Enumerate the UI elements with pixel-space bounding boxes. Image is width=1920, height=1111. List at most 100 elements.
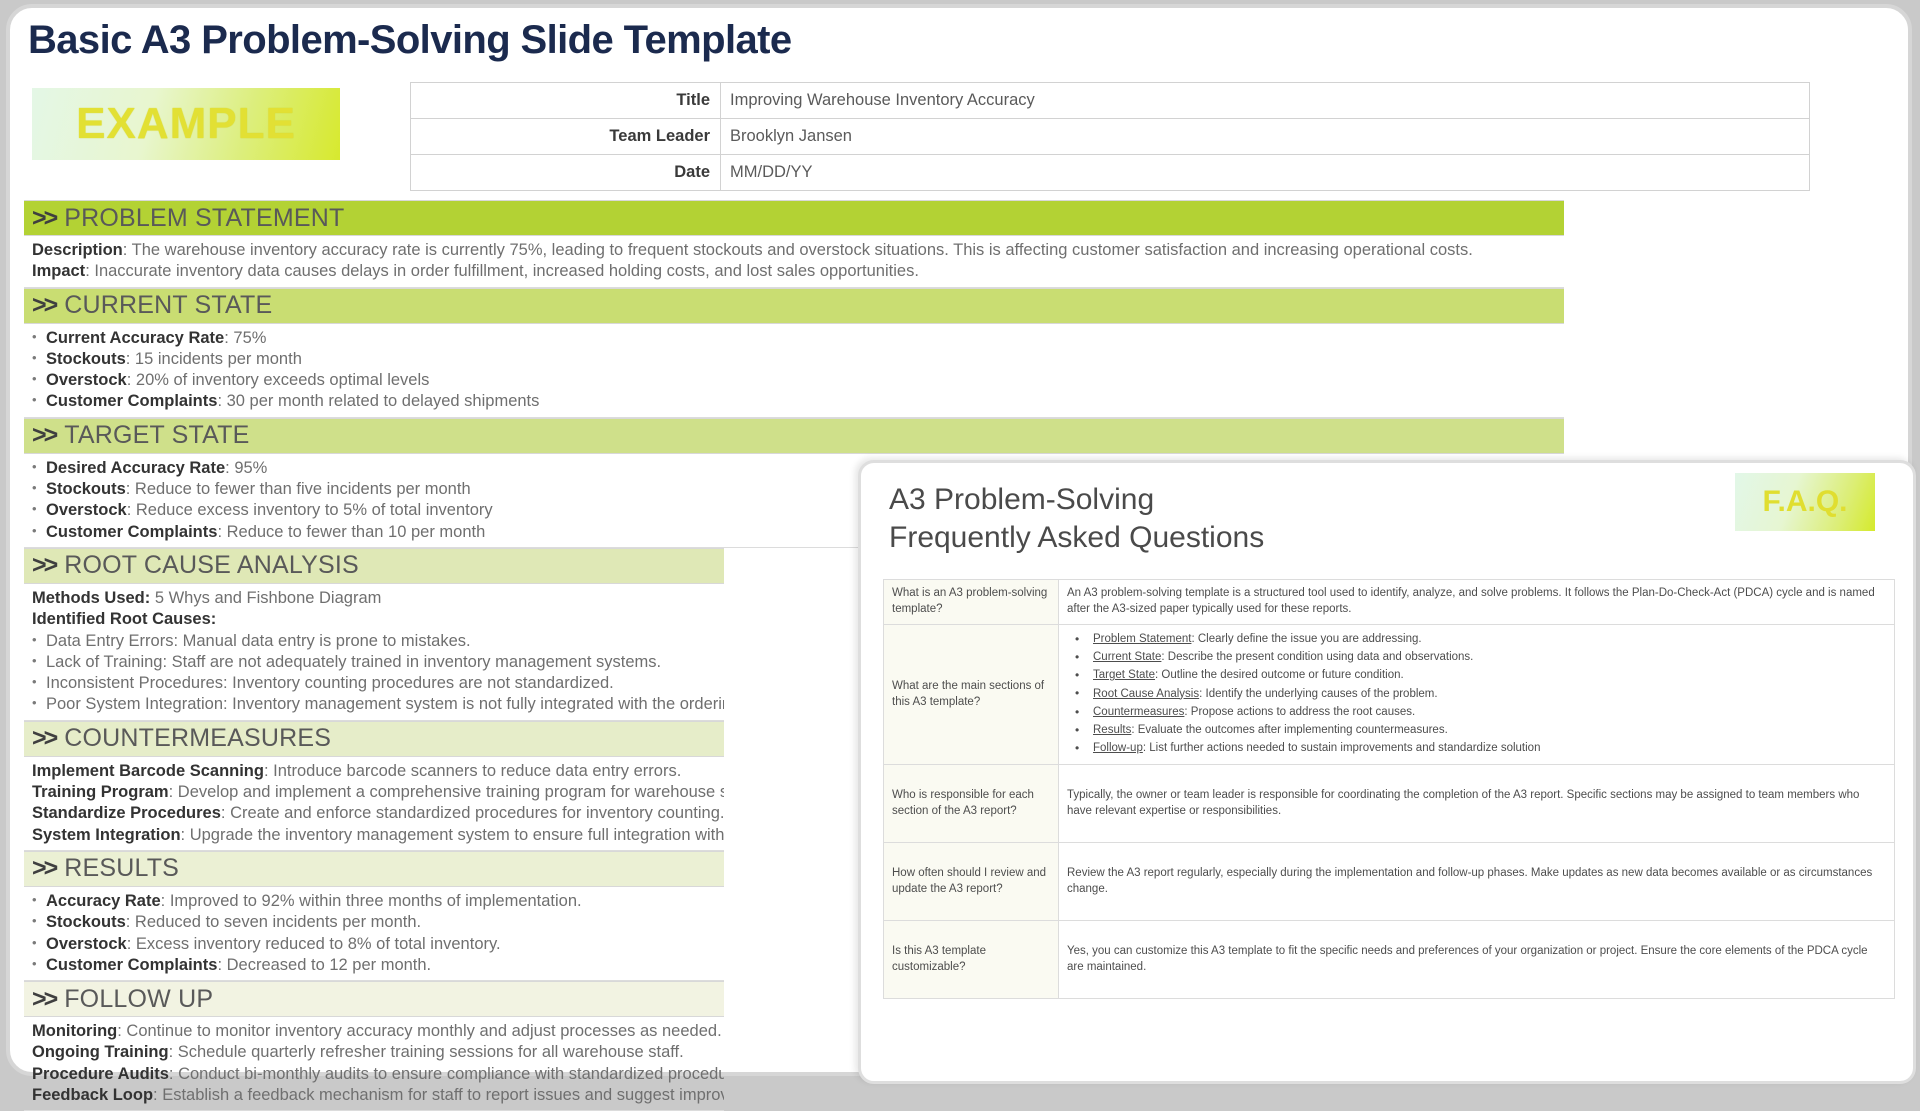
list-item-text: : Create and enforce standardized proced… xyxy=(220,804,724,823)
section-body-follow-up: Monitoring: Continue to monitor inventor… xyxy=(24,1017,724,1111)
list-item: Overstock: 20% of inventory exceeds opti… xyxy=(24,370,1564,391)
section-title: PROBLEM STATEMENT xyxy=(64,203,345,232)
meta-label-title: Title xyxy=(410,82,721,119)
example-badge: EXAMPLE xyxy=(32,88,340,160)
faq-answer: An A3 problem-solving template is a stru… xyxy=(1058,579,1895,625)
section-title: CURRENT STATE xyxy=(64,291,273,320)
section-body-current-state: Current Accuracy Rate: 75% Stockouts: 15… xyxy=(24,324,1564,418)
list-item-text: : Decreased to 12 per month. xyxy=(217,955,432,974)
list-item: Customer Complaints: Decreased to 12 per… xyxy=(24,955,724,976)
list-item-label: Procedure Audits xyxy=(32,1064,169,1083)
faq-question: Who is responsible for each section of t… xyxy=(883,764,1059,844)
list-item: Current State: Describe the present cond… xyxy=(1075,649,1886,667)
list-item-label: Standardize Procedures xyxy=(32,804,221,823)
section-header-results: >> RESULTS xyxy=(24,850,724,887)
list-item-label: Stockouts xyxy=(46,913,126,932)
section-header-problem-statement: >> PROBLEM STATEMENT xyxy=(24,200,1564,236)
list-item-label: Implement Barcode Scanning xyxy=(32,761,264,780)
section-title: ROOT CAUSE ANALYSIS xyxy=(64,551,359,580)
list-item-label: Ongoing Training xyxy=(32,1043,169,1062)
section-title: TARGET STATE xyxy=(64,421,250,450)
list-item-text: : 30 per month related to delayed shipme… xyxy=(217,392,540,411)
list-item-text: : Reduce to fewer than five incidents pe… xyxy=(125,480,471,499)
problem-description: Description: The warehouse inventory acc… xyxy=(24,240,1564,261)
table-row: What is an A3 problem-solving template? … xyxy=(883,579,1895,625)
faq-answer: Review the A3 report regularly, especial… xyxy=(1058,842,1895,922)
root-cause-methods-value: 5 Whys and Fishbone Diagram xyxy=(150,588,382,607)
problem-description-label: Description xyxy=(32,241,123,259)
list-item-text: : Reduce to fewer than 10 per month xyxy=(217,522,486,541)
meta-value-title[interactable]: Improving Warehouse Inventory Accuracy xyxy=(720,82,1810,119)
list-item-label: Feedback Loop xyxy=(32,1086,154,1105)
meta-table: Title Improving Warehouse Inventory Accu… xyxy=(410,82,1810,191)
list-item-text: : Reduce excess inventory to 5% of total… xyxy=(126,501,493,520)
meta-value-date[interactable]: MM/DD/YY xyxy=(720,154,1810,191)
problem-description-text: : The warehouse inventory accuracy rate … xyxy=(122,241,1473,259)
table-row: How often should I review and update the… xyxy=(883,842,1895,922)
table-row: Is this A3 template customizable? Yes, y… xyxy=(883,920,1895,1000)
list-item: Data Entry Errors: Manual data entry is … xyxy=(24,631,724,652)
list-item-term: Root Cause Analysis xyxy=(1093,687,1200,700)
list-item-text: : Introduce barcode scanners to reduce d… xyxy=(263,761,682,780)
chevron-icon: >> xyxy=(32,421,58,450)
list-item: Inconsistent Procedures: Inventory count… xyxy=(24,673,724,694)
list-item: Current Accuracy Rate: 75% xyxy=(24,328,1564,349)
list-item-term: Problem Statement xyxy=(1093,632,1192,645)
slide-frame: Basic A3 Problem-Solving Slide Template … xyxy=(6,4,1916,1111)
list-item: Problem Statement: Clearly define the is… xyxy=(1075,631,1886,649)
list-item-label: Desired Accuracy Rate xyxy=(46,458,226,477)
list-item-label: Customer Complaints xyxy=(46,392,218,411)
faq-answer: Yes, you can customize this A3 template … xyxy=(1058,920,1895,1000)
table-row: What are the main sections of this A3 te… xyxy=(883,623,1895,766)
faq-question: Is this A3 template customizable? xyxy=(883,920,1059,1000)
list-item-text: : Clearly define the issue you are addre… xyxy=(1191,632,1422,645)
list-item-label: Stockouts xyxy=(46,480,126,499)
problem-impact-label: Impact xyxy=(32,262,86,281)
list-item-text: : Propose actions to address the root ca… xyxy=(1184,705,1416,718)
list-item-label: Customer Complaints xyxy=(46,522,218,541)
list-item-label: Overstock xyxy=(46,501,127,520)
list-item-text: : Identify the underlying causes of the … xyxy=(1199,687,1438,700)
list-item-term: Current State xyxy=(1093,651,1162,664)
faq-question: How often should I review and update the… xyxy=(883,842,1059,922)
faq-badge-label: F.A.Q. xyxy=(1762,485,1848,518)
list-item-term: Countermeasures xyxy=(1093,705,1185,718)
list-item: Stockouts: Reduced to seven incidents pe… xyxy=(24,912,724,933)
table-row: Date MM/DD/YY xyxy=(410,154,1810,191)
chevron-icon: >> xyxy=(32,724,58,753)
list-item-label: Monitoring xyxy=(32,1022,118,1041)
problem-impact: Impact: Inaccurate inventory data causes… xyxy=(24,261,1564,282)
section-title: RESULTS xyxy=(64,854,180,883)
list-item: Implement Barcode Scanning: Introduce ba… xyxy=(24,761,724,782)
faq-answer: Typically, the owner or team leader is r… xyxy=(1058,764,1895,844)
list-item-text: : Outline the desired outcome or future … xyxy=(1155,669,1404,682)
list-item: Target State: Outline the desired outcom… xyxy=(1075,667,1886,685)
section-body-countermeasures: Implement Barcode Scanning: Introduce ba… xyxy=(24,757,724,851)
list-item: Lack of Training: Staff are not adequate… xyxy=(24,652,724,673)
list-item-text: : Excess inventory reduced to 8% of tota… xyxy=(126,934,501,953)
meta-value-team-leader[interactable]: Brooklyn Jansen xyxy=(720,118,1810,155)
chevron-icon: >> xyxy=(32,551,58,580)
faq-answer-list: Problem Statement: Clearly define the is… xyxy=(1067,631,1886,759)
table-row: Title Improving Warehouse Inventory Accu… xyxy=(410,82,1810,119)
chevron-icon: >> xyxy=(32,203,58,232)
list-item-label: Training Program xyxy=(32,783,169,802)
list-item-text: : Evaluate the outcomes after implementi… xyxy=(1131,724,1448,737)
section-body-problem-statement: Description: The warehouse inventory acc… xyxy=(24,236,1564,288)
section-header-follow-up: >> FOLLOW UP xyxy=(24,981,724,1018)
faq-panel: A3 Problem-Solving Frequently Asked Ques… xyxy=(858,460,1916,1084)
list-item-label: Overstock xyxy=(46,371,127,390)
list-item-term: Target State xyxy=(1093,669,1156,682)
root-cause-methods-label: Methods Used: xyxy=(32,588,151,607)
faq-table: What is an A3 problem-solving template? … xyxy=(883,579,1895,1000)
list-item-label: Stockouts xyxy=(46,349,126,368)
meta-label-team-leader: Team Leader xyxy=(410,118,721,155)
chevron-icon: >> xyxy=(32,984,58,1013)
section-header-countermeasures: >> COUNTERMEASURES xyxy=(24,720,724,757)
list-item-label: Customer Complaints xyxy=(46,955,218,974)
example-badge-label: EXAMPLE xyxy=(76,99,296,148)
list-item-label: Overstock xyxy=(46,934,127,953)
list-item: Root Cause Analysis: Identify the underl… xyxy=(1075,685,1886,703)
section-body-results: Accuracy Rate: Improved to 92% within th… xyxy=(24,887,724,982)
list-item: Standardize Procedures: Create and enfor… xyxy=(24,803,724,824)
